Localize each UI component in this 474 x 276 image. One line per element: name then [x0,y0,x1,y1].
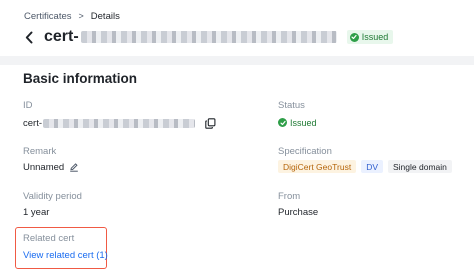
status-badge-label: Issued [361,32,389,42]
page-title-row: cert- Issued [22,26,394,48]
validity-label: Validity period [23,191,82,202]
chevron-right-icon: > [78,11,84,21]
tag-domain-type: Single domain [388,160,452,173]
breadcrumb-certificates-link[interactable]: Certificates [24,11,72,22]
status-value-label: Issued [290,117,317,128]
id-value: cert- [23,117,216,129]
status-label: Status [278,100,305,111]
tag-validation-type: DV [361,160,383,173]
from-label: From [278,191,301,202]
specification-label: Specification [278,146,332,157]
redacted-cert-name [80,31,337,43]
remark-value: Unnamed [23,161,79,173]
view-related-cert-link[interactable]: View related cert (1) [23,250,108,261]
id-value-prefix: cert- [23,117,42,129]
remark-text: Unnamed [23,161,65,173]
from-value: Purchase [278,207,319,218]
breadcrumb-details: Details [90,10,120,22]
check-circle-icon [278,118,287,127]
status-badge: Issued [346,30,394,44]
id-label: ID [23,100,33,111]
certificate-details-page: Certificates > Details cert- Issued Basi… [0,0,474,276]
tag-brand: DigiCert GeoTrust [278,160,357,173]
copy-icon[interactable] [205,117,216,129]
section-divider [0,56,474,65]
remark-label: Remark [23,146,57,157]
check-circle-icon [349,32,359,42]
validity-value: 1 year [23,207,50,218]
specification-tags: DigiCert GeoTrust DV Single domain [278,160,457,173]
status-value: Issued [278,116,317,129]
redacted-id [43,118,195,128]
section-title: Basic information [23,71,138,86]
edit-pencil-icon[interactable] [69,162,79,172]
back-arrow-icon[interactable] [22,30,36,44]
related-cert-label: Related cert [23,233,75,244]
page-title: cert- [44,28,79,45]
breadcrumb: Certificates > Details [24,8,120,24]
